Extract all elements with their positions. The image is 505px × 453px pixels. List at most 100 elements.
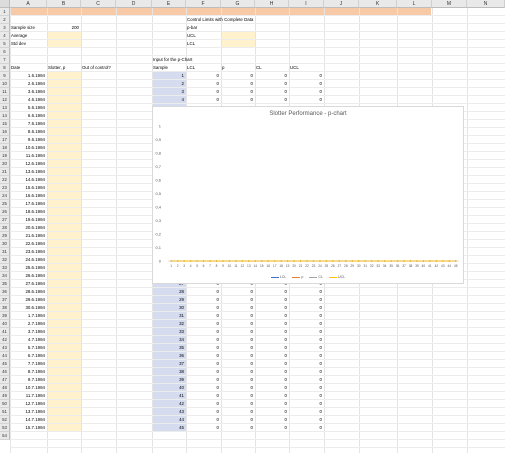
row-header-34[interactable]: 34 xyxy=(0,272,10,280)
cl-cell[interactable]: 0 xyxy=(256,304,289,312)
legend-item-lcl[interactable]: LCL xyxy=(270,275,286,279)
row-header-10[interactable]: 10 xyxy=(0,80,10,88)
select-all-corner[interactable] xyxy=(0,0,10,8)
date-cell[interactable]: 12.7.1994 xyxy=(11,400,47,408)
cl-cell[interactable]: 0 xyxy=(256,392,289,400)
row-header-32[interactable]: 32 xyxy=(0,256,10,264)
p-cell[interactable]: 0 xyxy=(222,288,255,296)
row-header-9[interactable]: 9 xyxy=(0,72,10,80)
row-header-45[interactable]: 45 xyxy=(0,360,10,368)
lcl-cell[interactable]: 0 xyxy=(187,376,221,384)
row-header-5[interactable]: 5 xyxy=(0,40,10,48)
date-cell[interactable]: 18.6.1994 xyxy=(11,208,47,216)
column-header-K[interactable]: K xyxy=(359,0,397,8)
lcl-cell[interactable]: 0 xyxy=(187,88,221,96)
row-header-44[interactable]: 44 xyxy=(0,352,10,360)
data-point-ucl[interactable] xyxy=(241,260,244,262)
date-cell[interactable]: 7.6.1994 xyxy=(11,120,47,128)
column-header-E[interactable]: E xyxy=(152,0,186,8)
row-header-49[interactable]: 49 xyxy=(0,392,10,400)
lcl-cell[interactable]: 0 xyxy=(187,336,221,344)
date-cell[interactable]: 1.6.1994 xyxy=(11,72,47,80)
row-header-15[interactable]: 15 xyxy=(0,120,10,128)
date-cell[interactable]: 6.7.1994 xyxy=(11,352,47,360)
sample-cell[interactable]: 34 xyxy=(153,336,186,344)
date-cell[interactable]: 16.6.1994 xyxy=(11,192,47,200)
date-cell[interactable]: 11.7.1994 xyxy=(11,392,47,400)
cl-cell[interactable]: 0 xyxy=(256,344,289,352)
ucl-cell[interactable]: 0 xyxy=(290,88,324,96)
ucl-cell[interactable]: 0 xyxy=(290,344,324,352)
row-header-33[interactable]: 33 xyxy=(0,264,10,272)
lcl-cell[interactable]: 0 xyxy=(187,96,221,104)
data-point-ucl[interactable] xyxy=(345,260,347,262)
p-cell[interactable]: 0 xyxy=(222,352,255,360)
data-point-ucl[interactable] xyxy=(429,260,431,262)
p-cell[interactable]: 0 xyxy=(222,424,255,432)
cl-cell[interactable]: 0 xyxy=(256,416,289,424)
cl-cell[interactable]: 0 xyxy=(256,96,289,104)
sample-cell[interactable]: 42 xyxy=(153,400,186,408)
date-cell[interactable]: 15.7.1994 xyxy=(11,424,47,432)
sample-cell[interactable]: 28 xyxy=(153,288,186,296)
lcl-cell[interactable]: 0 xyxy=(187,296,221,304)
date-cell[interactable]: 2.6.1994 xyxy=(11,80,47,88)
row-header-4[interactable]: 4 xyxy=(0,32,10,40)
row-header-12[interactable]: 12 xyxy=(0,96,10,104)
data-point-ucl[interactable] xyxy=(377,260,379,262)
data-point-ucl[interactable] xyxy=(202,260,205,262)
sample-cell[interactable]: 30 xyxy=(153,304,186,312)
data-point-ucl[interactable] xyxy=(332,260,334,262)
data-point-ucl[interactable] xyxy=(267,260,270,262)
row-header-13[interactable]: 13 xyxy=(0,104,10,112)
sample-cell[interactable]: 35 xyxy=(153,344,186,352)
data-point-ucl[interactable] xyxy=(351,260,354,262)
data-point-ucl[interactable] xyxy=(364,260,367,262)
ucl-cell[interactable]: 0 xyxy=(290,392,324,400)
legend-item-p[interactable]: p xyxy=(292,275,303,279)
column-header-D[interactable]: D xyxy=(116,0,152,8)
ucl-cell[interactable]: 0 xyxy=(290,376,324,384)
row-header-26[interactable]: 26 xyxy=(0,208,10,216)
data-point-ucl[interactable] xyxy=(416,260,418,262)
data-point-ucl[interactable] xyxy=(254,260,257,262)
cl-cell[interactable]: 0 xyxy=(256,72,289,80)
sample-cell[interactable]: 38 xyxy=(153,368,186,376)
data-point-ucl[interactable] xyxy=(189,260,192,262)
date-cell[interactable]: 26.6.1994 xyxy=(11,272,47,280)
sample-cell[interactable]: 41 xyxy=(153,392,186,400)
row-header-29[interactable]: 29 xyxy=(0,232,10,240)
p-cell[interactable]: 0 xyxy=(222,408,255,416)
column-header-L[interactable]: L xyxy=(397,0,432,8)
lcl-cell[interactable]: 0 xyxy=(187,400,221,408)
date-cell[interactable]: 29.6.1994 xyxy=(11,296,47,304)
lcl-cell[interactable]: 0 xyxy=(187,352,221,360)
data-point-ucl[interactable] xyxy=(454,260,457,262)
data-point-ucl[interactable] xyxy=(273,260,276,262)
ucl-cell[interactable]: 0 xyxy=(290,408,324,416)
date-cell[interactable]: 27.6.1994 xyxy=(11,280,47,288)
row-header-43[interactable]: 43 xyxy=(0,344,10,352)
row-header-18[interactable]: 18 xyxy=(0,144,10,152)
row-header-36[interactable]: 36 xyxy=(0,288,10,296)
date-cell[interactable]: 5.7.1994 xyxy=(11,344,47,352)
row-header-14[interactable]: 14 xyxy=(0,112,10,120)
data-point-ucl[interactable] xyxy=(357,260,360,262)
row-header-54[interactable]: 54 xyxy=(0,432,10,440)
ucl-cell[interactable]: 0 xyxy=(290,288,324,296)
ucl-cell[interactable]: 0 xyxy=(290,400,324,408)
row-header-20[interactable]: 20 xyxy=(0,160,10,168)
cl-cell[interactable]: 0 xyxy=(256,320,289,328)
lcl-cell[interactable]: 0 xyxy=(187,304,221,312)
cl-cell[interactable]: 0 xyxy=(256,80,289,88)
data-point-ucl[interactable] xyxy=(338,260,341,262)
row-header-35[interactable]: 35 xyxy=(0,280,10,288)
data-point-ucl[interactable] xyxy=(248,260,250,262)
lcl-cell[interactable]: 0 xyxy=(187,392,221,400)
data-point-ucl[interactable] xyxy=(299,260,302,262)
lcl-cell[interactable]: 0 xyxy=(187,424,221,432)
sample-cell[interactable]: 32 xyxy=(153,320,186,328)
data-point-ucl[interactable] xyxy=(176,260,179,262)
date-cell[interactable]: 2.7.1994 xyxy=(11,320,47,328)
row-header-25[interactable]: 25 xyxy=(0,200,10,208)
